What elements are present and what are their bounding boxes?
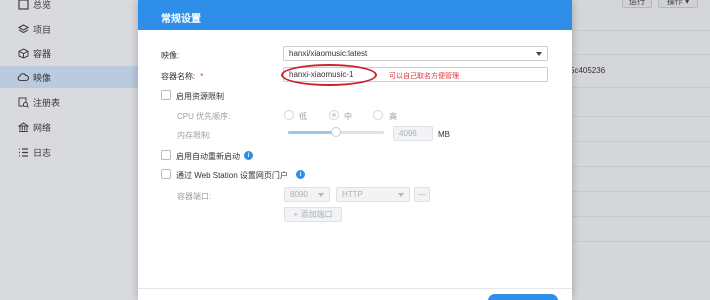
remove-port-button[interactable]: — [414,187,430,202]
chevron-down-icon [398,193,404,197]
cpu-priority-label: CPU 优先顺序: [177,112,231,121]
web-portal-label: 通过 Web Station 设置网页门户 [176,171,288,180]
memory-input-value: 4096 [399,129,417,138]
container-port-label: 容器端口: [177,192,212,201]
add-port-button[interactable]: + 添加端口 [284,207,342,222]
port-select-value: 8090 [290,190,308,199]
auto-restart-label: 启用自动重新启动 [176,152,240,161]
memory-slider-fill [288,131,336,134]
chevron-down-icon [536,52,542,56]
protocol-select-value: HTTP [342,190,363,199]
cpu-priority-medium-radio[interactable] [329,110,339,120]
cpu-priority-low-radio[interactable] [284,110,294,120]
container-name-label: 容器名称: * [161,71,203,82]
cpu-priority-medium-label: 中 [344,112,352,121]
memory-unit: MB [438,130,450,139]
annotation-hint-text: 可以自己取名方便管理 [389,73,459,80]
image-label: 映像: [161,51,180,60]
next-button[interactable] [488,294,558,300]
resource-limit-checkbox[interactable] [161,90,171,100]
memory-slider-handle[interactable] [331,127,341,137]
red-circle-annotation [281,64,377,86]
dialog-footer-divider [138,288,572,289]
required-marker: * [200,72,204,81]
image-select[interactable]: hanxi/xiaomusic:latest [283,46,548,61]
general-settings-dialog: 常规设置 [138,0,572,300]
dialog-header: 常规设置 [138,0,572,30]
cpu-priority-low-label: 低 [299,112,307,121]
protocol-select[interactable]: HTTP [336,187,410,202]
web-portal-checkbox[interactable] [161,169,171,179]
auto-restart-checkbox[interactable] [161,150,171,160]
container-name-label-text: 容器名称: [161,72,196,81]
image-select-value: hanxi/xiaomusic:latest [289,49,368,58]
chevron-down-icon [318,193,324,197]
port-select[interactable]: 8090 [284,187,330,202]
cpu-priority-high-radio[interactable] [373,110,383,120]
resource-limit-label: 启用资源限制 [176,92,224,101]
memory-limit-label: 内存限制: [177,131,212,140]
info-icon[interactable]: i [296,170,305,179]
dialog-title: 常规设置 [161,14,201,25]
memory-slider[interactable] [288,127,384,137]
cpu-priority-high-label: 高 [389,112,397,121]
memory-input[interactable]: 4096 [393,126,433,141]
info-icon[interactable]: i [244,151,253,160]
